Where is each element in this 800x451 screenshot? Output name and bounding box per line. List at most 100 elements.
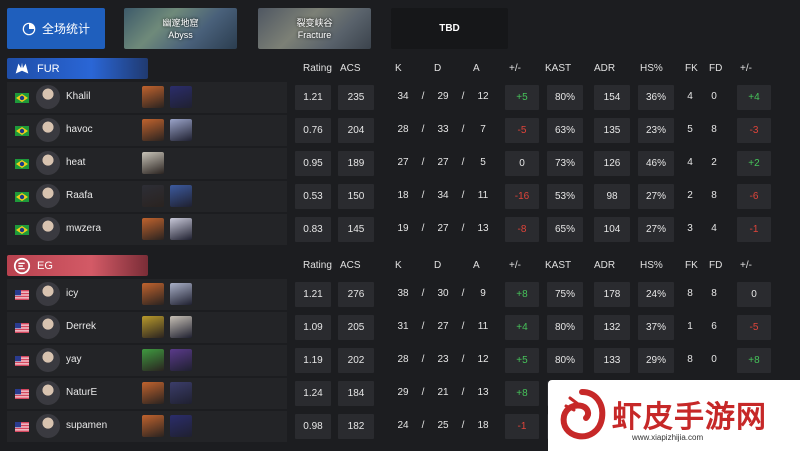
player-name[interactable]: mwzera (66, 223, 101, 234)
stat-pm: -16 (505, 184, 539, 209)
stat-a: 18 (477, 420, 489, 431)
tab-map-tbd[interactable]: TBD (391, 8, 508, 49)
player-avatar (36, 151, 60, 175)
player-row[interactable]: icy 1.21 276 38 / 30 / 9 +8 75% 178 24% 8 8 0 (0, 279, 800, 310)
stat-kast: 80% (547, 85, 583, 110)
player-row[interactable]: mwzera 0.83 145 19 / 27 / 13 -8 65% 104 27% 3 4 -1 (0, 214, 800, 245)
stat-kast: 53% (547, 184, 583, 209)
stat-fd: 8 (711, 124, 717, 135)
usa-flag-icon (15, 323, 29, 333)
column-header: KAST (545, 260, 572, 271)
column-header: ADR (594, 260, 616, 271)
stat-fk: 4 (687, 157, 693, 168)
stat-fk: 8 (687, 288, 693, 299)
stat-pm: 0 (505, 151, 539, 176)
stat-adr: 154 (594, 85, 630, 110)
stat-pm: +5 (505, 85, 539, 110)
stat-d: 23 (437, 354, 449, 365)
kda-separator: / (461, 124, 465, 135)
agent-icon (170, 316, 192, 338)
stat-adr: 178 (594, 282, 630, 307)
stat-fd: 8 (711, 288, 717, 299)
brazil-flag-icon (15, 225, 29, 235)
tab-map-abyss[interactable]: 幽邃地窟 Abyss (124, 8, 237, 49)
player-row[interactable]: Derrek 1.09 205 31 / 27 / 11 +4 80% 132 37% 1 6 -5 (0, 312, 800, 343)
agent-icon (142, 86, 164, 108)
stat-rating: 1.19 (295, 348, 331, 373)
player-row[interactable]: yay 1.19 202 28 / 23 / 12 +5 80% 133 29% 8 0 +8 (0, 345, 800, 376)
column-header: FD (709, 63, 723, 74)
tab-overall-label: 全场统计 (41, 22, 90, 36)
column-header: ADR (594, 63, 616, 74)
stat-acs: 145 (338, 217, 374, 242)
kda-separator: / (461, 354, 465, 365)
stat-kast: 80% (547, 315, 583, 340)
stat-k: 28 (397, 354, 409, 365)
tab-overall-stats[interactable]: 全场统计 (7, 8, 105, 49)
kda-separator: / (461, 223, 465, 234)
stat-pm: -1 (505, 414, 539, 439)
stat-acs: 235 (338, 85, 374, 110)
player-name[interactable]: NaturE (66, 387, 97, 398)
player-name[interactable]: yay (66, 354, 82, 365)
stat-fk: 4 (687, 91, 693, 102)
header: 全场统计 幽邃地窟 Abyss 裂变峡谷 Fracture TBD (0, 0, 800, 56)
kda-separator: / (421, 321, 425, 332)
player-row[interactable]: heat 0.95 189 27 / 27 / 5 0 73% 126 46% 4 2 +2 (0, 148, 800, 179)
player-name[interactable]: icy (66, 288, 78, 299)
kda-separator: / (421, 91, 425, 102)
column-header: FK (685, 63, 698, 74)
column-header: +/- (509, 63, 521, 74)
stat-a: 11 (477, 321, 489, 332)
stat-kast: 75% (547, 282, 583, 307)
player-name[interactable]: supamen (66, 420, 107, 431)
agent-icon (142, 283, 164, 305)
player-name[interactable]: heat (66, 157, 85, 168)
stat-d: 34 (437, 190, 449, 201)
agent-icon (170, 119, 192, 141)
stat-fd: 0 (711, 354, 717, 365)
stat-fk: 2 (687, 190, 693, 201)
stat-k: 31 (397, 321, 409, 332)
column-header: K (395, 63, 402, 74)
kda-separator: / (461, 420, 465, 431)
team-name: EG (37, 259, 53, 272)
player-name[interactable]: havoc (66, 124, 93, 135)
stat-rating: 0.53 (295, 184, 331, 209)
furia-logo-icon (15, 62, 29, 73)
player-name[interactable]: Raafa (66, 190, 93, 201)
usa-flag-icon (15, 356, 29, 366)
stat-fd: 2 (711, 157, 717, 168)
stat-fd: 8 (711, 190, 717, 201)
player-name[interactable]: Khalil (66, 91, 90, 102)
stat-k: 38 (397, 288, 409, 299)
map-name-cn: 幽邃地窟 (162, 17, 199, 28)
usa-flag-icon (15, 422, 29, 432)
site-watermark: 虾皮手游网 www.xiapizhijia.com (548, 380, 800, 451)
player-row[interactable]: Khalil 1.21 235 34 / 29 / 12 +5 80% 154 36% 4 0 +4 (0, 82, 800, 113)
column-header: A (473, 260, 480, 271)
agent-icon (142, 415, 164, 437)
stat-pm: +8 (505, 381, 539, 406)
usa-flag-icon (15, 290, 29, 300)
tab-map-fracture[interactable]: 裂变峡谷 Fracture (258, 8, 371, 49)
stat-fpm: -6 (737, 184, 771, 209)
column-header: K (395, 260, 402, 271)
kda-separator: / (421, 157, 425, 168)
stat-kast: 63% (547, 118, 583, 143)
stat-rating: 0.98 (295, 414, 331, 439)
brazil-flag-icon (15, 93, 29, 103)
column-header: KAST (545, 63, 572, 74)
stat-d: 29 (437, 91, 449, 102)
stat-a: 12 (477, 91, 489, 102)
stat-adr: 98 (594, 184, 630, 209)
kda-separator: / (461, 190, 465, 201)
stat-rating: 1.24 (295, 381, 331, 406)
player-row[interactable]: havoc 0.76 204 28 / 33 / 7 -5 63% 135 23% 5 8 -3 (0, 115, 800, 146)
player-name[interactable]: Derrek (66, 321, 96, 332)
stat-pm: -8 (505, 217, 539, 242)
stat-kast: 65% (547, 217, 583, 242)
column-header: ACS (340, 260, 361, 271)
player-row[interactable]: Raafa 0.53 150 18 / 34 / 11 -16 53% 98 27% 2 8 -6 (0, 181, 800, 212)
stat-d: 30 (437, 288, 449, 299)
